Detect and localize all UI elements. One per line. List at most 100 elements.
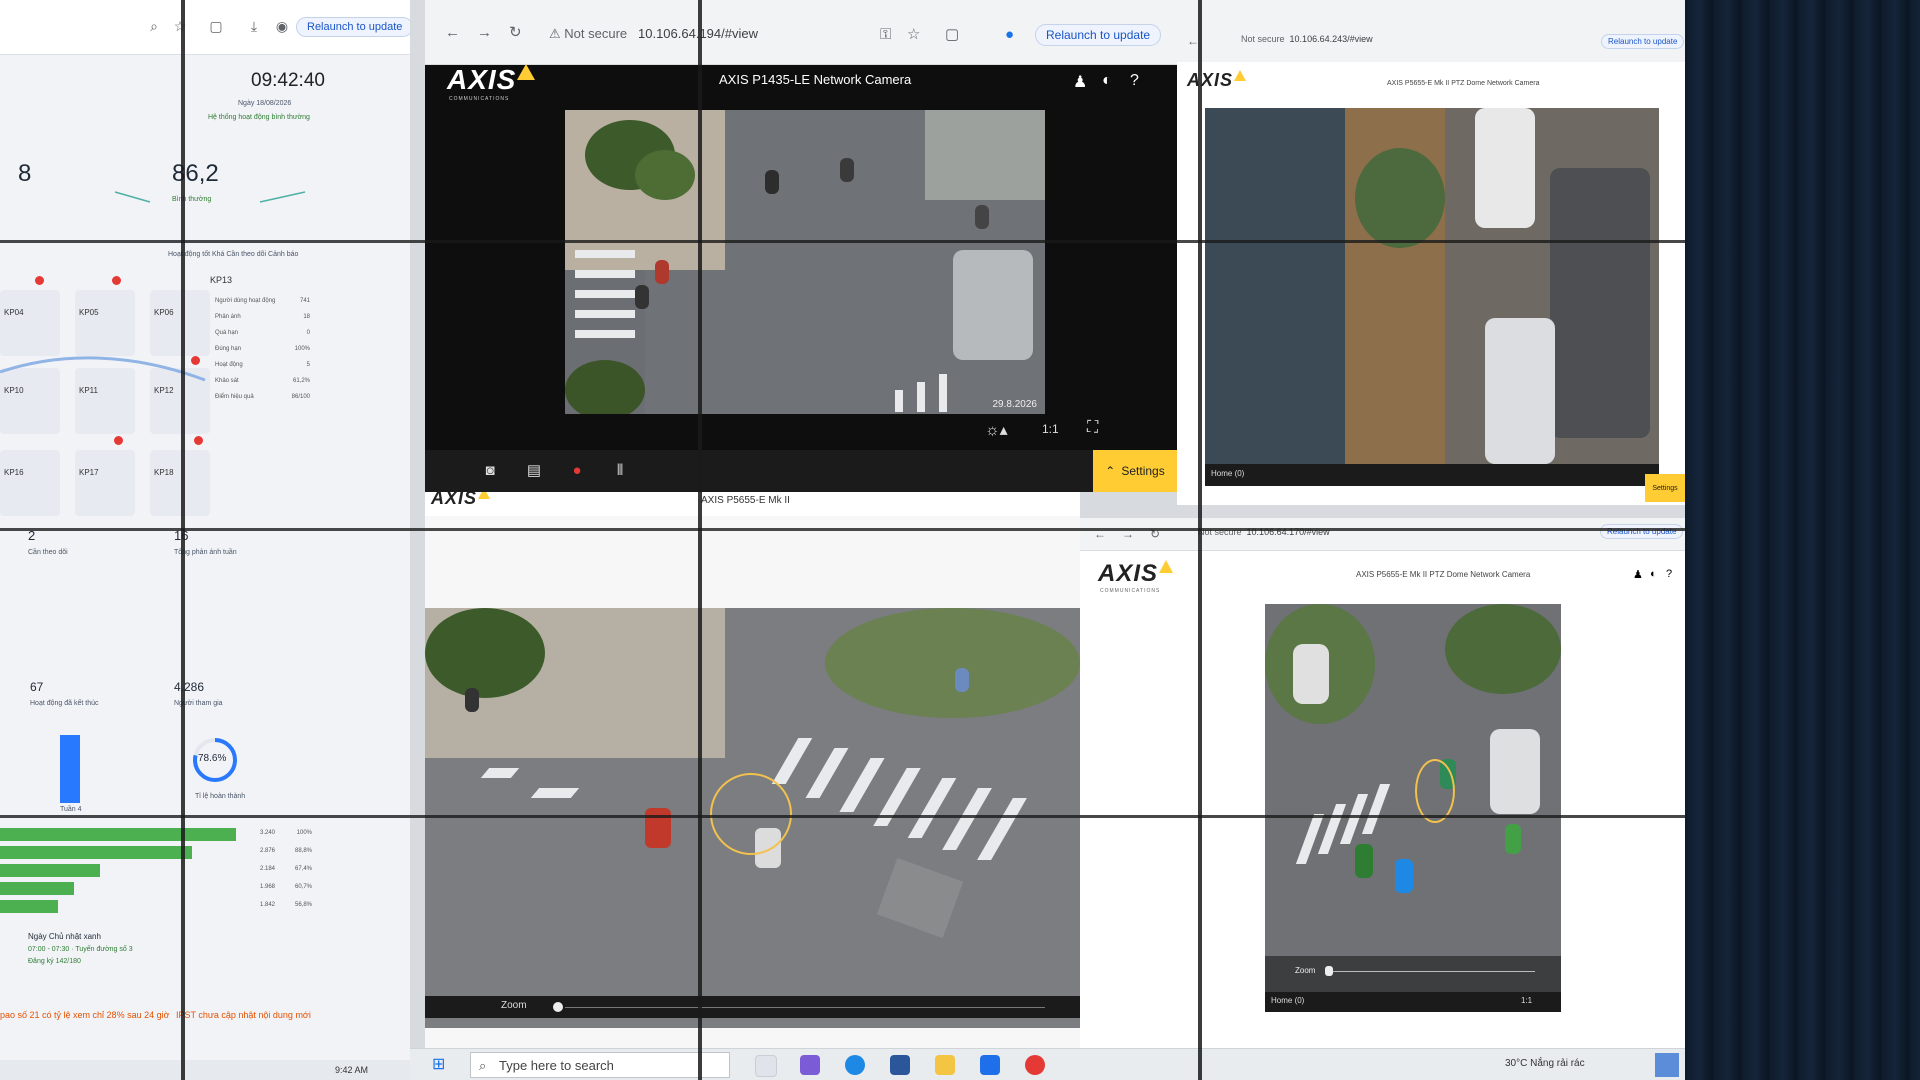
extension-icon[interactable]: ▢ [208,18,224,34]
node-kp18[interactable]: KP18 [150,450,210,516]
video-wall: ⌕ ☆ ▢ ⤓ ◉ Relaunch to update 09:42:40 Ng… [0,0,1685,1080]
audio-icon[interactable]: ⦀ [607,458,633,484]
tracking-circle [1415,759,1455,823]
file-explorer-icon[interactable] [935,1055,955,1075]
axis-logo: AXIS [1187,70,1247,91]
bezel-seam [1198,0,1202,1080]
zoom-slider-handle[interactable] [553,1002,563,1012]
download-icon[interactable]: ⤓ [246,18,262,34]
zoom-slider-track[interactable] [1325,971,1535,972]
profile-icon[interactable]: ● [1005,26,1014,44]
taskbar-search-input[interactable]: ⌕ Type here to search [470,1052,730,1078]
taskbar-time: 9:42 AM [335,1065,369,1075]
low-left-value: 67 [30,680,44,694]
mid-left-label: Cần theo dõi [28,549,68,556]
bezel-seam [0,815,1685,818]
contrast-icon[interactable]: ◐ [1650,568,1657,580]
hbar-value: 2.876 88,8% [260,848,312,854]
clock: 09:42:40 [251,70,325,91]
camera-header: AXIS AXIS P5655-E Mk II [425,492,1080,516]
star-icon[interactable]: ☆ [172,18,188,34]
ratio-button[interactable]: 1:1 [1521,996,1532,1005]
camera-footer: Zoom [425,996,1080,1018]
settings-button[interactable]: ⌃ Settings [1093,450,1177,492]
vscode-icon[interactable] [980,1055,1000,1075]
kp13-title: KP13 [210,275,233,285]
settings-button[interactable]: Settings [1645,474,1685,502]
camera-footer: Home (0) 1:1 [1265,992,1561,1012]
dashboard-panel: ⌕ ☆ ▢ ⤓ ◉ Relaunch to update 09:42:40 Ng… [0,0,410,1080]
relaunch-button[interactable]: Relaunch to update [1035,24,1162,46]
chevron-up-icon: ⌃ [1105,464,1116,478]
node-kp16[interactable]: KP16 [0,450,60,516]
event-line: 07:00 - 07:30 · Tuyến đường số 3 [28,946,133,953]
camera-feed[interactable]: Zoom [1265,604,1561,992]
help-icon[interactable]: ? [1130,72,1139,90]
dashboard-taskbar: 9:42 AM [0,1060,410,1080]
document-icon[interactable]: ▤ [521,458,547,484]
address-bar[interactable]: Not secure 10.106.64.243/#view [1241,34,1373,44]
windows-start-icon[interactable]: ⊞ [432,1054,445,1074]
password-key-icon[interactable]: ⚿ [880,26,891,44]
node-kp17[interactable]: KP17 [75,450,135,516]
node-kp05[interactable]: KP05 [75,290,135,356]
extension-icon[interactable]: ▢ [945,26,959,44]
camera-feed[interactable] [1205,108,1659,464]
task-view-icon[interactable] [755,1055,777,1077]
warning-text: IPST chưa cập nhật nội dung mới [176,1010,311,1020]
camera-icon[interactable]: ◙ [477,458,503,484]
app-icon[interactable] [800,1055,820,1075]
user-icon[interactable]: ♟ [1633,568,1643,581]
zoom-icon[interactable]: ⌕ [146,18,162,34]
camera-feed[interactable]: 29.8.2026 [565,110,1045,414]
brightness-icon[interactable]: ☼▴ [985,420,1008,440]
event-title: Ngày Chủ nhật xanh [28,932,101,941]
record-icon[interactable]: ● [564,458,590,484]
teams-icon[interactable] [890,1055,910,1075]
help-icon[interactable]: ? [1666,568,1672,580]
camera-window-main: ← → ↻ ⚠ Not secure 10.106.64.194/#view ⚿… [425,0,1177,492]
home-preset[interactable]: Home (0) [1271,996,1304,1005]
fullscreen-icon[interactable]: ⛶ [1087,419,1098,437]
hbar [0,882,74,895]
relaunch-button[interactable]: Relaunch to update [1600,524,1684,539]
relaunch-button[interactable]: Relaunch to update [296,17,410,37]
node-kp06[interactable]: KP06 [150,290,210,356]
camera-window-bottom-right: ← → ↻ Not secure 10.106.64.170/#view Rel… [1080,518,1685,1048]
node-kp04[interactable]: KP04 [0,290,60,356]
zoom-slider-track[interactable] [565,1007,1045,1008]
home-preset[interactable]: Home (0) [1211,469,1244,478]
dashboard-browser-bar: ⌕ ☆ ▢ ⤓ ◉ Relaunch to update [0,0,410,55]
low-left-label: Hoạt động đã kết thúc [30,700,99,707]
user-icon[interactable]: ♟ [1073,72,1087,92]
axis-logo: AXIS [431,492,491,509]
overlay-timestamp: 29.8.2026 [992,399,1038,410]
weather-widget[interactable]: 30°C Nắng rải rác [1505,1058,1585,1069]
low-right-value: 4.286 [174,680,205,694]
forward-icon[interactable]: → [477,24,492,42]
zoom-overlay: Zoom [1265,956,1561,992]
address-bar[interactable]: ⚠ Not secure 10.106.64.194/#view [549,26,758,42]
alert-dot [35,276,44,285]
event-line: Đăng ký 142/180 [28,958,81,965]
kp13-row: Người dùng hoạt động 741 [215,298,310,304]
hbar [0,900,58,913]
axis-logo: AXIS [447,64,536,96]
zoom-slider-handle[interactable] [1325,966,1333,976]
kp13-row: Phản ánh 18 [215,314,310,320]
contrast-icon[interactable]: ◐ [1102,72,1112,90]
reload-icon[interactable]: ↻ [509,24,522,42]
ratio-button[interactable]: 1:1 [1042,422,1059,436]
edge-icon[interactable] [845,1055,865,1075]
profile-icon[interactable]: ◉ [274,18,290,34]
status-line: Hệ thống hoạt động bình thường [208,114,310,121]
notification-icon[interactable] [1655,1053,1679,1077]
search-icon: ⌕ [479,1058,487,1073]
windows-taskbar: ⊞ ⌕ Type here to search 30°C Nắng rải rá… [410,1048,1685,1080]
chrome-icon[interactable] [1025,1055,1045,1075]
back-icon[interactable]: ← [445,24,460,42]
camera-title: AXIS P5655-E Mk II PTZ Dome Network Came… [1387,80,1540,87]
camera-feed[interactable] [425,608,1080,1028]
star-icon[interactable]: ☆ [907,26,920,44]
relaunch-button[interactable]: Relaunch to update [1601,34,1685,49]
